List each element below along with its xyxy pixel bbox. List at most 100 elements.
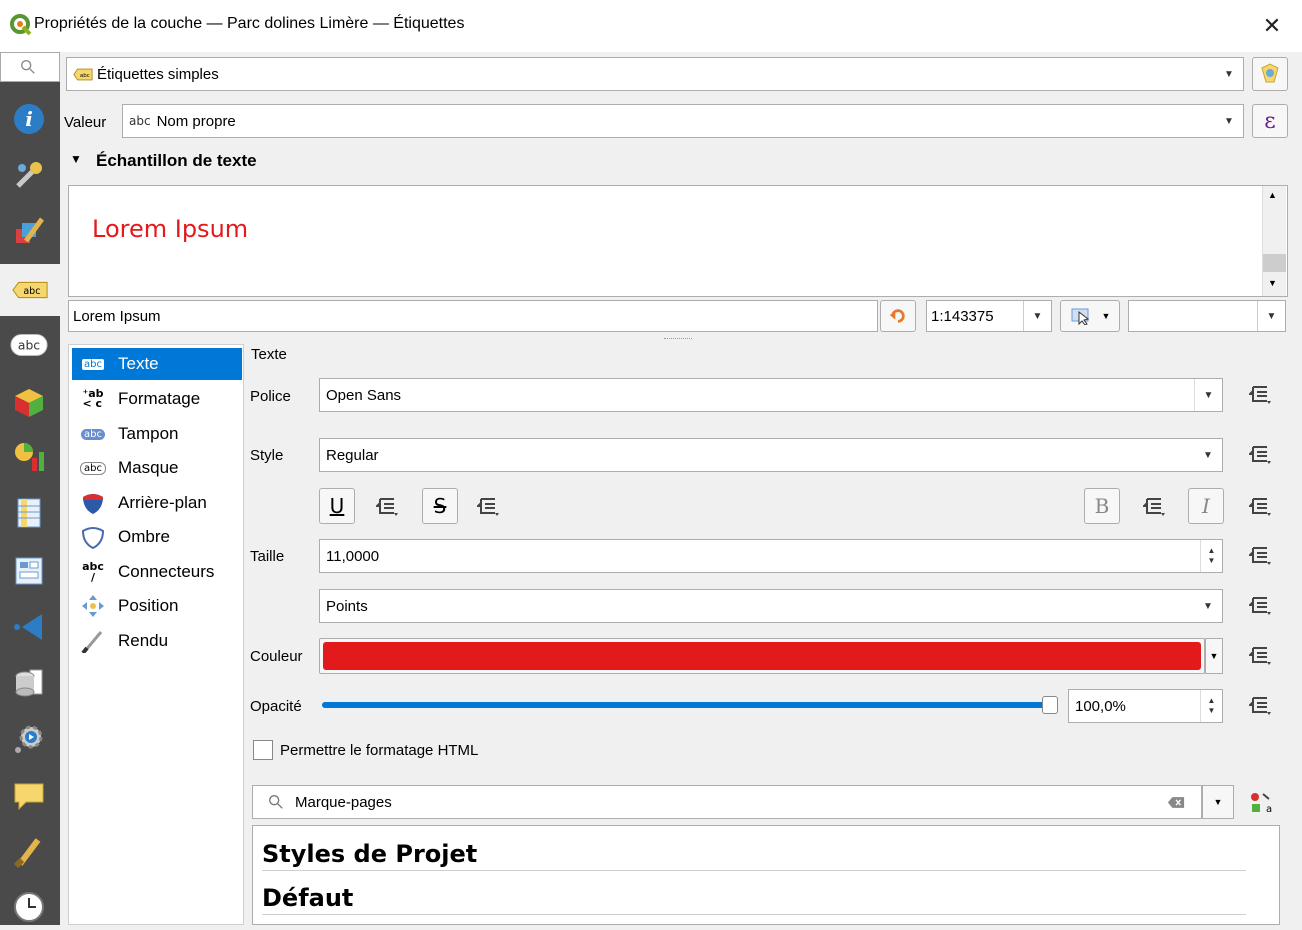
spin-arrows-icon[interactable]: ▲ ▼ [1200, 540, 1222, 572]
style-search-menu-button[interactable]: ▼ [1202, 785, 1234, 819]
sidebar-item-source[interactable] [6, 152, 52, 198]
opacity-spinbox[interactable]: 100,0% ▲ ▼ [1068, 689, 1223, 723]
background-color-select[interactable]: ▼ [1128, 300, 1286, 332]
scroll-down-icon[interactable]: ▼ [1268, 278, 1277, 288]
close-button[interactable]: ✕ [1252, 6, 1292, 46]
italic-button[interactable]: I [1188, 488, 1224, 524]
sample-text-header[interactable]: Échantillon de texte [96, 151, 257, 171]
window-title: Propriétés de la couche — Parc dolines L… [34, 15, 465, 32]
spin-arrows-icon[interactable]: ▲ ▼ [1200, 690, 1222, 722]
scroll-thumb[interactable] [1263, 254, 1286, 272]
color-menu-button[interactable]: ▼ [1205, 638, 1223, 674]
pointer-select-icon [1071, 308, 1089, 325]
data-defined-override-icon[interactable] [1246, 440, 1276, 470]
preview-scrollbar[interactable]: ▲ ▼ [1262, 186, 1286, 296]
html-formatting-label[interactable]: Permettre le formatage HTML [280, 742, 478, 759]
chevron-down-icon: ▼ [1209, 651, 1219, 661]
clear-icon[interactable] [1167, 796, 1185, 809]
data-defined-override-icon[interactable] [1246, 380, 1276, 410]
sidebar-item-attributes-form[interactable] [6, 548, 52, 594]
callout-icon: abc / [82, 560, 104, 584]
strikethrough-button[interactable]: S [422, 488, 458, 524]
tab-formatage[interactable]: ⁺ab < c Formatage [72, 383, 242, 415]
label-mode-select[interactable]: abc Étiquettes simples ▼ [66, 57, 1244, 91]
scroll-up-icon[interactable]: ▲ [1268, 190, 1277, 200]
tab-rendu[interactable]: Rendu [72, 625, 242, 657]
size-unit-select[interactable]: Points ▼ [319, 589, 1223, 623]
label-style-button[interactable] [1252, 57, 1288, 91]
sidebar-item-information[interactable]: i [6, 96, 52, 142]
style-group-divider [262, 870, 1246, 871]
tab-texte[interactable]: abc Texte [72, 348, 242, 380]
data-defined-override-icon[interactable] [1140, 492, 1170, 522]
size-spinbox[interactable]: 11,0000 ▲ ▼ [319, 539, 1223, 573]
style-manager-icon[interactable]: a [1246, 788, 1276, 818]
chevron-down-icon: ▼ [1224, 115, 1234, 127]
color-label: Couleur [250, 648, 303, 665]
data-defined-override-icon[interactable] [1246, 492, 1276, 522]
sample-preview-text: Lorem Ipsum [92, 215, 249, 243]
style-search-value: Marque-pages [295, 793, 392, 811]
style-select[interactable]: Regular ▼ [319, 438, 1223, 472]
sample-text-input[interactable]: Lorem Ipsum [68, 300, 878, 332]
sidebar-item-joins[interactable] [6, 604, 52, 650]
expression-button[interactable]: ε [1252, 104, 1288, 138]
style-manager-icon [1261, 63, 1279, 83]
data-defined-override-icon[interactable] [474, 492, 504, 522]
sidebar-search-input[interactable] [0, 52, 60, 82]
underline-button[interactable]: U [319, 488, 355, 524]
sidebar-item-fields[interactable] [6, 490, 52, 536]
sidebar-item-diagrams[interactable] [6, 434, 52, 480]
search-icon [21, 60, 35, 74]
chevron-down-icon: ▼ [1213, 797, 1223, 807]
opacity-value: 100,0% [1075, 697, 1126, 715]
data-defined-override-icon[interactable] [1246, 541, 1276, 571]
chevron-down-icon: ▼ [1023, 301, 1051, 331]
splitter-handle[interactable] [664, 338, 692, 340]
data-defined-override-icon[interactable] [1246, 591, 1276, 621]
tab-ombre[interactable]: Ombre [72, 521, 242, 553]
color-button[interactable] [319, 638, 1205, 674]
chevron-down-icon: ▼ [1194, 379, 1222, 411]
color-swatch [323, 642, 1201, 670]
reset-sample-button[interactable] [880, 300, 916, 332]
undo-arrow-icon [889, 309, 905, 323]
style-search-input[interactable]: Marque-pages [252, 785, 1202, 819]
tab-label: Tampon [118, 424, 179, 443]
data-defined-override-icon[interactable] [1246, 641, 1276, 671]
scale-select[interactable]: 1:143375 ▼ [926, 300, 1052, 332]
map-canvas-scale-button[interactable]: ▼ [1060, 300, 1120, 332]
tab-tampon[interactable]: abc Tampon [72, 418, 242, 450]
style-group-heading[interactable]: Défaut [262, 884, 353, 912]
sidebar-item-masks[interactable]: abc [6, 322, 52, 368]
label-mode-value: Étiquettes simples [97, 65, 219, 83]
opacity-slider[interactable] [322, 702, 1054, 708]
data-defined-override-icon[interactable] [373, 492, 403, 522]
actions-gear-icon [15, 725, 43, 753]
tab-arriere-plan[interactable]: Arrière-plan [72, 487, 242, 519]
sidebar-item-display[interactable] [6, 772, 52, 818]
sidebar-item-3d[interactable] [6, 380, 52, 426]
string-field-icon: abc [129, 114, 151, 128]
tab-position[interactable]: Position [72, 590, 242, 622]
tab-connecteurs[interactable]: abc / Connecteurs [72, 556, 242, 588]
value-field-select[interactable]: abc Nom propre ▼ [122, 104, 1244, 138]
chevron-down-icon: ▼ [1203, 449, 1213, 461]
sidebar-item-symbology[interactable] [6, 207, 52, 253]
sidebar-item-actions[interactable] [6, 716, 52, 762]
sidebar-item-auxiliary-storage[interactable] [6, 660, 52, 706]
data-defined-override-icon[interactable] [1246, 691, 1276, 721]
bold-button[interactable]: B [1084, 488, 1120, 524]
tab-masque[interactable]: abc Masque [72, 452, 242, 484]
sidebar-item-temporal[interactable] [6, 884, 52, 930]
sidebar-item-rendering[interactable] [6, 828, 52, 874]
chevron-down-icon: ▼ [1257, 301, 1285, 331]
font-value: Open Sans [326, 386, 402, 404]
html-formatting-checkbox[interactable] [253, 740, 273, 760]
style-group-heading[interactable]: Styles de Projet [262, 840, 477, 868]
opacity-slider-fill [322, 702, 1054, 708]
opacity-slider-handle[interactable] [1042, 696, 1058, 714]
sidebar-item-labels[interactable]: abc [0, 264, 60, 316]
collapse-triangle-icon[interactable]: ▼ [70, 152, 82, 166]
font-select[interactable]: Open Sans ▼ [319, 378, 1223, 412]
